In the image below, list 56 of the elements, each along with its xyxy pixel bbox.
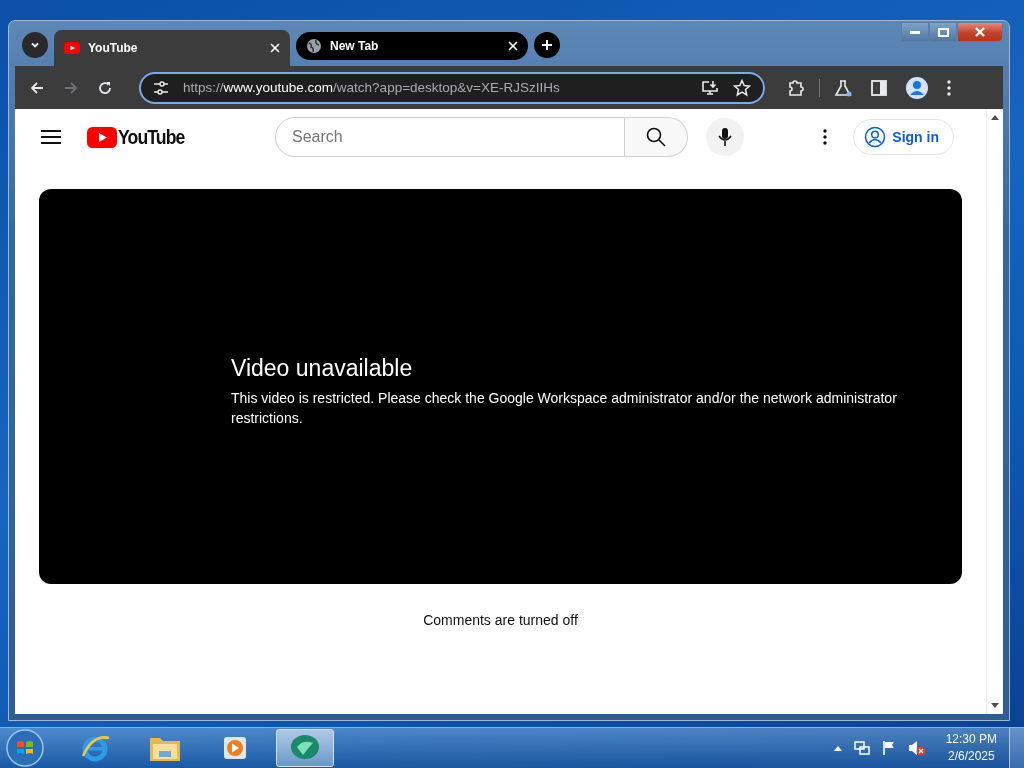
new-tab-button[interactable] [534, 32, 560, 58]
logo-text[interactable]: YouTube [118, 125, 185, 149]
side-panel-icon[interactable] [870, 78, 888, 97]
scroll-down-icon[interactable] [991, 703, 999, 708]
minimize-button[interactable] [901, 22, 929, 42]
account-icon [864, 126, 887, 148]
microphone-icon [718, 127, 732, 147]
clock-time: 12:30 PM [945, 731, 997, 748]
error-title: Video unavailable [231, 355, 414, 382]
browser-tab[interactable]: YouTube [54, 30, 290, 66]
minimize-icon [910, 30, 920, 34]
maximize-button[interactable] [929, 22, 957, 42]
play-logo-icon [64, 42, 80, 54]
flask-icon[interactable] [834, 78, 852, 97]
clock[interactable]: 12:30 PM 2/6/2025 [945, 731, 997, 765]
clock-date: 2/6/2025 [947, 748, 995, 765]
profile-avatar-icon[interactable] [906, 76, 928, 99]
search-button[interactable] [625, 117, 688, 157]
maximize-icon [937, 27, 949, 37]
network-icon[interactable] [853, 740, 870, 756]
comments-status: Comments are turned off [423, 612, 578, 628]
address-bar[interactable]: https://www.youtube.com/watch?app=desktop&v=XE-RJSzIIHs [139, 71, 765, 104]
sign-in-button[interactable]: Sign in [853, 119, 954, 155]
site-settings-icon[interactable] [153, 80, 169, 95]
globe-icon [306, 38, 322, 54]
taskbar-app[interactable] [276, 729, 334, 767]
error-message: This video is restricted. Please check the Google Workspace administrator and/or the network administrator restrictions. [231, 389, 898, 428]
speaker-muted-icon[interactable] [907, 740, 926, 756]
close-icon[interactable] [270, 43, 280, 53]
tab-menu-button[interactable] [22, 32, 48, 58]
back-icon[interactable] [29, 79, 45, 96]
show-hidden-icons-icon[interactable] [833, 745, 842, 751]
puzzle-icon[interactable] [787, 78, 805, 97]
install-app-icon[interactable] [701, 79, 719, 96]
close-icon [974, 27, 986, 37]
show-desktop-button[interactable] [1009, 728, 1024, 768]
browser-tab[interactable]: New Tab [296, 32, 528, 60]
plus-icon [541, 39, 553, 51]
search-field[interactable]: Search [275, 117, 625, 157]
tab-title: YouTube [88, 41, 139, 55]
more-menu-icon[interactable] [823, 129, 828, 145]
flag-icon[interactable] [881, 740, 896, 756]
voice-search-button[interactable] [706, 118, 744, 156]
close-icon[interactable] [508, 41, 518, 51]
reload-icon[interactable] [97, 79, 113, 96]
star-icon[interactable] [733, 78, 751, 97]
close-button[interactable] [957, 22, 1003, 42]
menu-icon[interactable] [41, 129, 61, 145]
tab-title: New Tab [330, 39, 380, 53]
media-player-icon [221, 734, 249, 762]
start-button[interactable] [6, 729, 44, 767]
more-menu-icon[interactable] [946, 79, 952, 96]
url-text: https://www.youtube.com/watch?app=desktop&v=XE-RJSzIIHs [183, 80, 560, 95]
scroll-up-icon[interactable] [991, 115, 999, 120]
play-logo-icon[interactable] [87, 126, 117, 148]
search-icon [646, 127, 666, 147]
